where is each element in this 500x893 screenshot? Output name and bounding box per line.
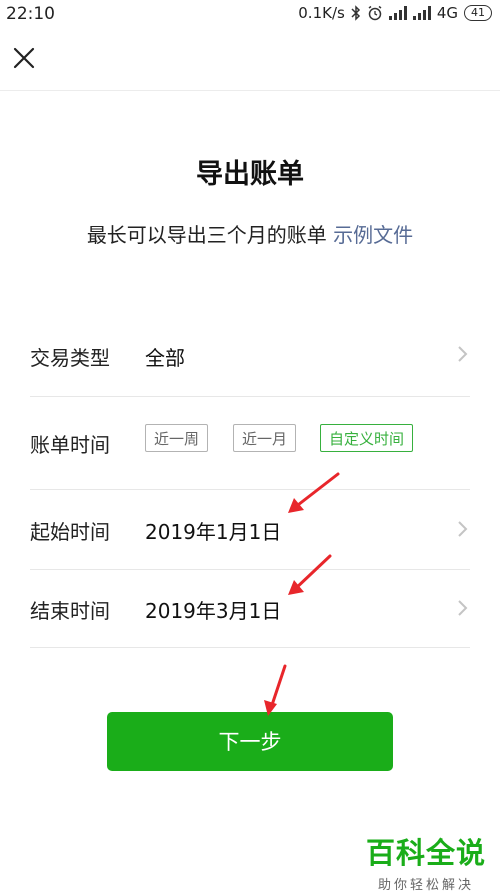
chevron-right-icon [458, 521, 468, 537]
end-time-row[interactable]: 结束时间 2019年3月1日 [30, 569, 470, 648]
top-bar [0, 30, 500, 91]
annotation-arrow-icon [288, 472, 340, 513]
transaction-type-value: 全部 [145, 346, 185, 370]
annotation-arrow-icon [288, 554, 332, 595]
bluetooth-icon [351, 5, 360, 21]
status-time: 22:10 [6, 4, 55, 24]
transaction-type-row[interactable]: 交易类型 全部 [30, 312, 470, 397]
watermark-main: 百科全说 [365, 836, 486, 870]
bill-time-row: 账单时间 近一周 近一月 自定义时间 [30, 396, 470, 490]
start-time-value: 2019年1月1日 [145, 520, 282, 544]
watermark-sub: 助你轻松解决 [377, 878, 474, 893]
end-time-value: 2019年3月1日 [145, 599, 282, 623]
time-option-month[interactable]: 近一月 [233, 424, 297, 452]
close-icon[interactable] [10, 44, 38, 72]
network-speed: 0.1K/s [298, 4, 345, 22]
page-subtitle: 最长可以导出三个月的账单 示例文件 [0, 219, 500, 248]
time-option-custom[interactable]: 自定义时间 [320, 424, 414, 452]
signal-icon [388, 6, 407, 20]
status-right: 0.1K/s 4G 41 [298, 4, 492, 22]
battery-icon: 41 [464, 5, 492, 21]
chevron-right-icon [458, 346, 468, 362]
transaction-type-label: 交易类型 [30, 346, 110, 370]
end-time-label: 结束时间 [30, 599, 110, 623]
bill-time-label: 账单时间 [30, 433, 110, 457]
status-bar: 22:10 0.1K/s 4G 41 [0, 0, 500, 30]
example-file-link[interactable]: 示例文件 [333, 223, 413, 247]
chevron-right-icon [458, 600, 468, 616]
page-title: 导出账单 [196, 159, 304, 190]
watermark-logo: 百科全说 助你轻松解决 [366, 830, 486, 893]
annotation-arrow-icon [264, 664, 287, 716]
network-type: 4G [436, 4, 458, 22]
time-option-week[interactable]: 近一周 [145, 424, 209, 452]
signal-icon [412, 6, 431, 20]
subtitle-text: 最长可以导出三个月的账单 [86, 223, 327, 247]
alarm-icon [368, 5, 382, 21]
start-time-row[interactable]: 起始时间 2019年1月1日 [30, 489, 470, 570]
next-step-button[interactable]: 下一步 [107, 712, 393, 771]
start-time-label: 起始时间 [30, 520, 110, 544]
